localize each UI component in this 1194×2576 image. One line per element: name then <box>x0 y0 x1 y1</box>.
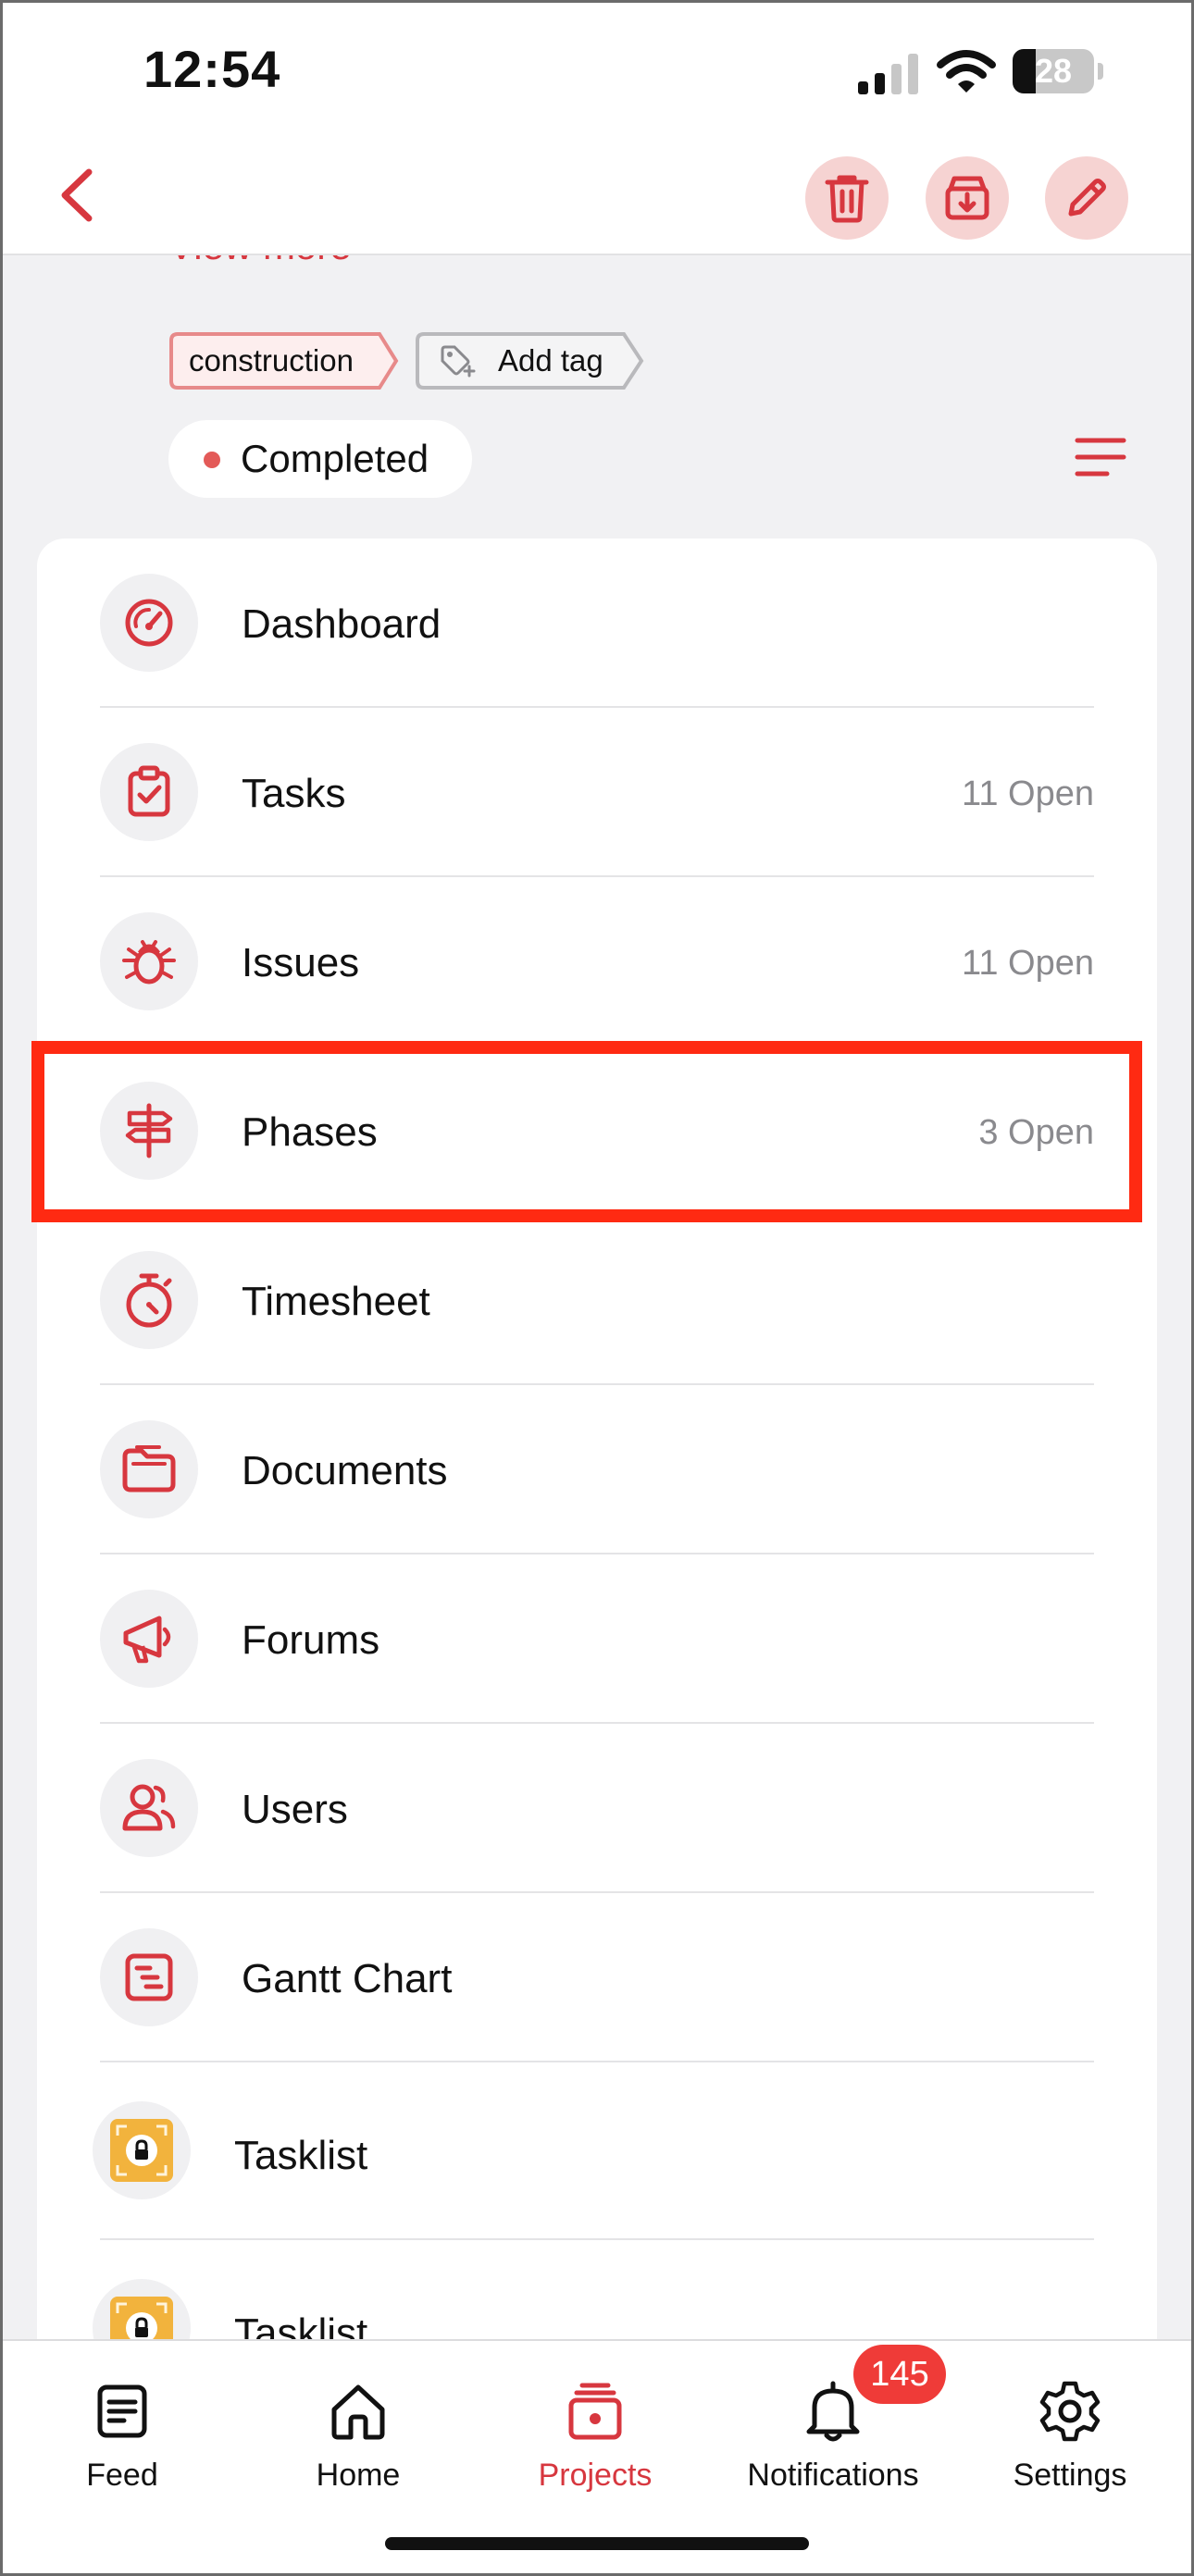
status-dot <box>204 452 220 468</box>
status-label: Completed <box>241 437 429 480</box>
menu-item-count: 11 Open <box>962 944 1094 983</box>
locked-tasklist-icon <box>110 2119 173 2182</box>
bug-icon <box>122 940 176 985</box>
tab-label: Projects <box>538 2458 653 2493</box>
menu-item-timesheet[interactable]: Timesheet <box>37 1216 1157 1385</box>
menu-item-issues[interactable]: Issues 11 Open <box>37 877 1157 1046</box>
tab-label: Feed <box>86 2458 158 2493</box>
menu-item-label: Users <box>242 1787 348 1832</box>
menu-item-label: Documents <box>242 1448 448 1493</box>
battery-indicator: 28 <box>1013 49 1105 93</box>
menu-item-label: Tasklist <box>234 2133 368 2178</box>
pencil-icon <box>1068 179 1106 217</box>
tab-feed[interactable]: Feed <box>11 2361 233 2519</box>
menu-item-label: Tasks <box>242 771 346 816</box>
menu-item-count: 11 Open <box>962 774 1094 813</box>
wifi-icon <box>937 50 996 93</box>
menu-item-documents[interactable]: Documents <box>37 1385 1157 1554</box>
top-nav-bar <box>0 139 1194 255</box>
menu-item-tasklist[interactable]: Tasklist <box>37 2062 1157 2240</box>
project-menu-card: Dashboard Tasks 11 Open Issues 11 Open P… <box>37 539 1157 2339</box>
menu-lines-icon[interactable] <box>1074 435 1127 479</box>
project-content: View more construction Add tag Completed <box>0 255 1194 2339</box>
menu-item-tasks[interactable]: Tasks 11 Open <box>37 708 1157 877</box>
archive-box-icon <box>945 176 989 220</box>
notifications-badge: 145 <box>853 2345 946 2404</box>
add-tag-label: Add tag <box>498 343 603 378</box>
menu-item-forums[interactable]: Forums <box>37 1554 1157 1724</box>
tag-plus-icon <box>441 345 476 378</box>
tab-settings[interactable]: Settings <box>959 2361 1181 2519</box>
tag-label: construction <box>189 343 354 378</box>
tab-projects[interactable]: Projects <box>484 2361 706 2519</box>
phases-highlight-box <box>31 1041 1142 1222</box>
menu-item-label: Gantt Chart <box>242 1956 453 2001</box>
megaphone-icon <box>123 1616 171 1664</box>
home-indicator[interactable] <box>385 2537 809 2550</box>
trash-icon <box>825 175 869 223</box>
menu-item-label: Tasklist <box>234 2310 368 2339</box>
folder-icon <box>122 1445 176 1492</box>
locked-tasklist-icon <box>110 2297 173 2339</box>
home-icon <box>331 2384 385 2440</box>
menu-item-users[interactable]: Users <box>37 1724 1157 1893</box>
tab-label: Home <box>316 2458 401 2493</box>
tab-label: Settings <box>1013 2458 1127 2493</box>
edit-button[interactable] <box>1045 156 1128 240</box>
menu-item-tasklist[interactable]: Tasklist <box>37 2240 1157 2339</box>
battery-percent: 28 <box>1034 52 1073 90</box>
cellular-signal-icon <box>858 54 918 94</box>
add-tag-button[interactable]: Add tag <box>415 331 646 390</box>
menu-item-label: Dashboard <box>242 601 442 647</box>
menu-item-gantt-chart[interactable]: Gantt Chart <box>37 1893 1157 2062</box>
bell-icon <box>806 2381 860 2442</box>
feed-icon <box>97 2384 147 2438</box>
view-more-link[interactable]: View more <box>168 255 352 268</box>
tag-construction[interactable]: construction <box>168 331 400 390</box>
dashboard-gauge-icon <box>125 599 173 647</box>
menu-item-label: Issues <box>242 940 360 985</box>
back-chevron-icon[interactable] <box>54 167 100 224</box>
menu-item-label: Timesheet <box>242 1279 430 1324</box>
clipboard-check-icon <box>128 765 170 817</box>
stopwatch-icon <box>126 1273 172 1328</box>
status-badge[interactable]: Completed <box>168 420 472 498</box>
gear-icon <box>1039 2381 1101 2442</box>
users-icon <box>122 1784 176 1831</box>
tab-label: Notifications <box>747 2458 919 2493</box>
status-bar: 12:54 28 <box>0 0 1194 139</box>
tab-home[interactable]: Home <box>247 2361 469 2519</box>
archive-button[interactable] <box>926 156 1009 240</box>
delete-button[interactable] <box>805 156 889 240</box>
status-time: 12:54 <box>143 40 281 98</box>
projects-icon <box>568 2383 622 2440</box>
gantt-icon <box>125 1953 173 2001</box>
menu-item-dashboard[interactable]: Dashboard <box>37 539 1157 708</box>
menu-item-label: Forums <box>242 1617 380 1663</box>
